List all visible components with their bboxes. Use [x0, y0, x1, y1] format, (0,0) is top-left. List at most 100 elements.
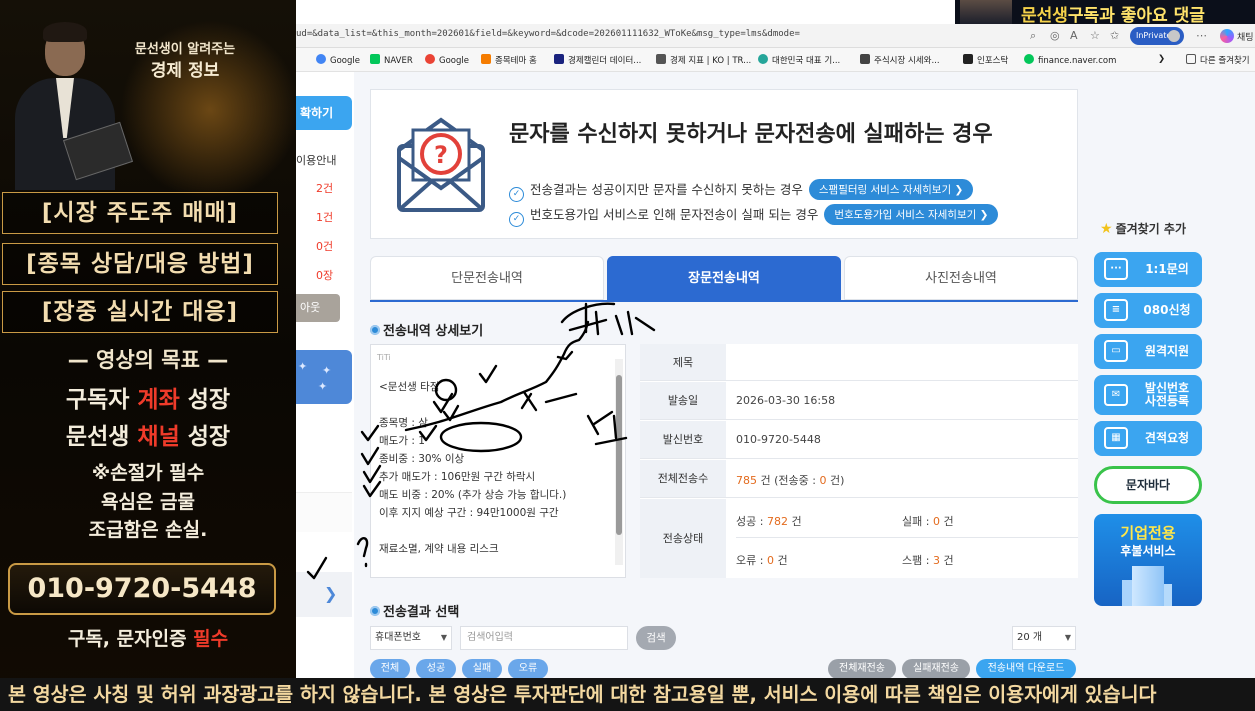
promo-banner: 문선생이 알려주는 경제 정보 [시장 주도주 매매] [종목 상담/대응 방법…: [0, 0, 296, 711]
inprivate-button[interactable]: InPrivate: [1130, 27, 1184, 45]
message-line: 이후 지지 예상 구간 : 94만1000원 구간: [379, 507, 559, 519]
more-menu-icon[interactable]: ⋯: [1196, 29, 1207, 42]
bookmark-naver[interactable]: NAVER: [370, 54, 413, 66]
filter-error[interactable]: 오류: [508, 659, 548, 679]
bookmark-infostock[interactable]: 인포스탁: [963, 54, 1008, 66]
bullet-icon: [370, 325, 380, 335]
search-input[interactable]: 검색어입력: [460, 626, 628, 650]
bookmark-calendar[interactable]: 경제캘린더 데이터...: [554, 54, 641, 66]
sparkle-icon: ✦: [322, 364, 332, 377]
google-icon: [425, 54, 435, 64]
building-icon: [1132, 566, 1164, 606]
promo-box-1: [시장 주도주 매매]: [2, 192, 278, 234]
quick-sender-register[interactable]: ✉ 발신번호 사전등록: [1094, 375, 1202, 415]
sidebar-top-button[interactable]: 확하기: [296, 96, 352, 130]
message-line: 추가 매도가 : 106만원 구간 하락시: [379, 471, 536, 483]
disclaimer-caption: 본 영상은 사칭 및 허위 과장광고를 하지 않습니다. 본 영상은 투자판단에…: [0, 678, 1255, 711]
sidebar-card: [296, 492, 352, 532]
bookmarks-overflow-icon[interactable]: ❯: [1158, 54, 1165, 64]
finance-icon: [1024, 54, 1034, 64]
bookmark-market[interactable]: 주식시장 시세와...: [860, 54, 940, 66]
message-preview[interactable]: TiTi <문선생 타점 종목명 : 삼 매도가 : 1 종비중 : 30% 이…: [370, 344, 626, 578]
tab-mms-history[interactable]: 사진전송내역: [844, 256, 1078, 300]
channel-banner-text: 문선생구독과 좋아요 댓글: [1021, 6, 1205, 24]
quick-remote[interactable]: ▭ 원격지원: [1094, 334, 1202, 369]
detail-section-title: 전송내역 상세보기: [370, 320, 483, 339]
tab-sms-history[interactable]: 단문전송내역: [370, 256, 604, 300]
page-size-select[interactable]: 20 개 ▼: [1012, 626, 1076, 650]
sidebar-banner[interactable]: ✦ ✦ ✦: [296, 350, 352, 404]
message-scroll-thumb[interactable]: [616, 375, 622, 535]
enterprise-title: 기업전용: [1120, 524, 1176, 542]
message-line: 종목명 : 삼: [379, 417, 428, 429]
resend-failed-button[interactable]: 실패재전송: [902, 659, 970, 679]
chat-icon: ···: [1104, 258, 1128, 280]
bookmark-finance-naver[interactable]: finance.naver.com: [1024, 54, 1116, 66]
quick-080[interactable]: ≡ 080신청: [1094, 293, 1202, 328]
address-url[interactable]: ud=&data_list=&this_month=202601&field=&…: [296, 29, 1016, 39]
quick-estimate[interactable]: ▦ 견적요청: [1094, 421, 1202, 456]
detail-sender: 010-9720-5448: [736, 433, 821, 446]
logout-button[interactable]: 아웃: [296, 294, 340, 322]
search-button[interactable]: 검색: [636, 626, 676, 650]
address-bar[interactable]: ud=&data_list=&this_month=202601&field=&…: [296, 24, 1255, 48]
detail-row-total: 전체전송수 785 건 (전송중 : 0 건): [640, 460, 1078, 498]
message-line: 매도 비중 : 20% (추가 상승 가능 합니다.): [379, 489, 567, 501]
naver-icon: [370, 54, 380, 64]
other-favorites[interactable]: 다른 즐겨찾기: [1186, 54, 1250, 66]
document-icon: ≡: [1104, 299, 1128, 321]
read-aloud-icon[interactable]: A: [1070, 29, 1078, 42]
help-row-2: ✓ 번호도용가입 서비스로 인해 문자전송이 실패 되는 경우 번호도용가입 서비스…: [509, 204, 999, 227]
left-sidebar: 확하기 이용안내 2건 1건 0건 0장 아웃 ✦ ✦ ✦ ❯: [296, 72, 354, 678]
favorite-star-icon[interactable]: ☆: [1090, 29, 1100, 42]
bookmark-google-2[interactable]: Google: [425, 54, 469, 66]
add-favorite[interactable]: ★ 즐겨찾기 추가: [1100, 220, 1186, 237]
favorites-icon[interactable]: ✩: [1110, 29, 1119, 42]
check-circle-icon: ✓: [509, 212, 524, 227]
calendar-icon: [554, 54, 564, 64]
message-head: TiTi: [377, 353, 391, 362]
caret-down-icon: ▼: [440, 633, 447, 642]
detail-row-date: 발송일 2026-03-30 16:58: [640, 382, 1078, 420]
bookmark-krx[interactable]: 대한민국 대표 기...: [758, 54, 840, 66]
promo-note-2: 욕심은 금물: [100, 491, 195, 513]
sidebar-count-4: 0장: [316, 269, 334, 282]
bookmark-indicators[interactable]: 경제 지표 | KO | TR...: [656, 54, 751, 66]
sidebar-usage[interactable]: 이용안내: [296, 152, 336, 168]
sparkle-icon: ✦: [318, 380, 328, 393]
filter-success[interactable]: 성공: [416, 659, 456, 679]
sidebar-count-2: 1건: [316, 211, 334, 224]
tracking-icon[interactable]: ◎: [1050, 29, 1060, 42]
bookmark-google-1[interactable]: Google: [316, 54, 360, 66]
quick-inquiry[interactable]: ··· 1:1문의: [1094, 252, 1202, 287]
detail-date: 2026-03-30 16:58: [736, 394, 836, 407]
detail-row-subject: 제목: [640, 344, 1078, 381]
history-tabs: 단문전송내역 장문전송내역 사진전송내역: [370, 256, 1078, 302]
message-line: 매도가 : 1: [379, 435, 425, 447]
download-history-button[interactable]: 전송내역 다운로드: [976, 659, 1076, 679]
copilot-icon[interactable]: [1220, 29, 1234, 43]
number-theft-button[interactable]: 번호도용가입 서비스 자세히보기 ❯: [824, 204, 999, 225]
promo-note-1: ※손절가 필수: [91, 462, 205, 484]
chevron-right-icon[interactable]: ❯: [324, 584, 337, 603]
munja-bada-logo[interactable]: 문자바다: [1094, 466, 1202, 504]
detail-total: 785 건 (전송중 : 0 건): [736, 474, 845, 487]
promo-big-title: 경제 정보: [150, 61, 220, 81]
sidebar-count-3: 0건: [316, 240, 334, 253]
resend-all-button[interactable]: 전체재전송: [828, 659, 896, 679]
filter-all[interactable]: 전체: [370, 659, 410, 679]
search-field-select[interactable]: 휴대폰번호 ▼: [370, 626, 452, 650]
caret-down-icon: ▼: [1064, 633, 1071, 642]
detail-row-sender: 발신번호 010-9720-5448: [640, 421, 1078, 459]
channel-avatar: [960, 0, 1012, 24]
tab-lms-history[interactable]: 장문전송내역: [607, 256, 841, 300]
spam-filter-button[interactable]: 스팸필터링 서비스 자세히보기 ❯: [808, 179, 974, 200]
filter-fail[interactable]: 실패: [462, 659, 502, 679]
enterprise-postpaid-banner[interactable]: 기업전용 후불서비스: [1094, 514, 1202, 606]
copilot-label[interactable]: 채팅: [1237, 30, 1254, 43]
zoom-icon[interactable]: ⌕: [1030, 29, 1036, 43]
infostock-icon: [963, 54, 973, 64]
promo-phone: 010-9720-5448: [8, 563, 276, 615]
bookmark-theme[interactable]: 종목테마 홈: [481, 54, 537, 66]
enterprise-subtitle: 후불서비스: [1120, 544, 1176, 558]
